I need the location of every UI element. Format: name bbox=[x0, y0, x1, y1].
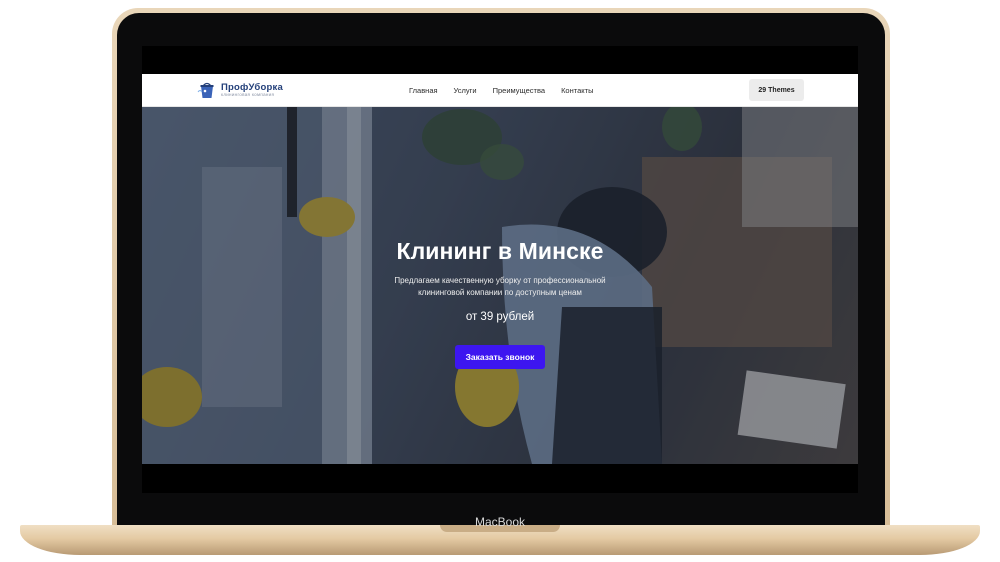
hero-subtitle-line-2: клининговой компании по доступным ценам bbox=[418, 288, 582, 297]
logo-name: ПрофУборка bbox=[221, 81, 283, 93]
logo-tagline: клининговая компания bbox=[221, 92, 275, 97]
site-logo[interactable]: ПрофУборка клининговая компания bbox=[196, 79, 283, 101]
nav-link-advantages[interactable]: Преимущества bbox=[493, 86, 545, 95]
screen-top-letterbox bbox=[142, 46, 858, 74]
hero-subtitle: Предлагаем качественную уборку от профес… bbox=[370, 275, 630, 299]
order-call-button[interactable]: Заказать звонок bbox=[455, 345, 545, 369]
main-nav: Главная Услуги Преимущества Контакты bbox=[409, 74, 609, 106]
site-header: ПрофУборка клининговая компания Главная … bbox=[142, 74, 858, 107]
nav-link-services[interactable]: Услуги bbox=[454, 86, 477, 95]
themes-button[interactable]: 29 Themes bbox=[749, 79, 804, 101]
hero-title: Клининг в Минске bbox=[396, 238, 604, 264]
hero-section: Клининг в Минске Предлагаем качественную… bbox=[142, 107, 858, 464]
hero-subtitle-line-1: Предлагаем качественную уборку от профес… bbox=[394, 276, 606, 285]
screen-bottom-letterbox bbox=[142, 464, 858, 493]
bucket-icon bbox=[197, 82, 214, 98]
laptop-screen: ПрофУборка клининговая компания Главная … bbox=[142, 46, 858, 493]
nav-link-contacts[interactable]: Контакты bbox=[561, 86, 593, 95]
hero-price: от 39 рублей bbox=[465, 311, 535, 323]
nav-link-home[interactable]: Главная bbox=[409, 86, 438, 95]
device-brand-label: MacBook bbox=[474, 515, 526, 529]
mockup-stage: MacBook ПрофУборка клининговая компания … bbox=[0, 0, 1000, 562]
hero-content: Клининг в Минске Предлагаем качественную… bbox=[142, 107, 858, 464]
